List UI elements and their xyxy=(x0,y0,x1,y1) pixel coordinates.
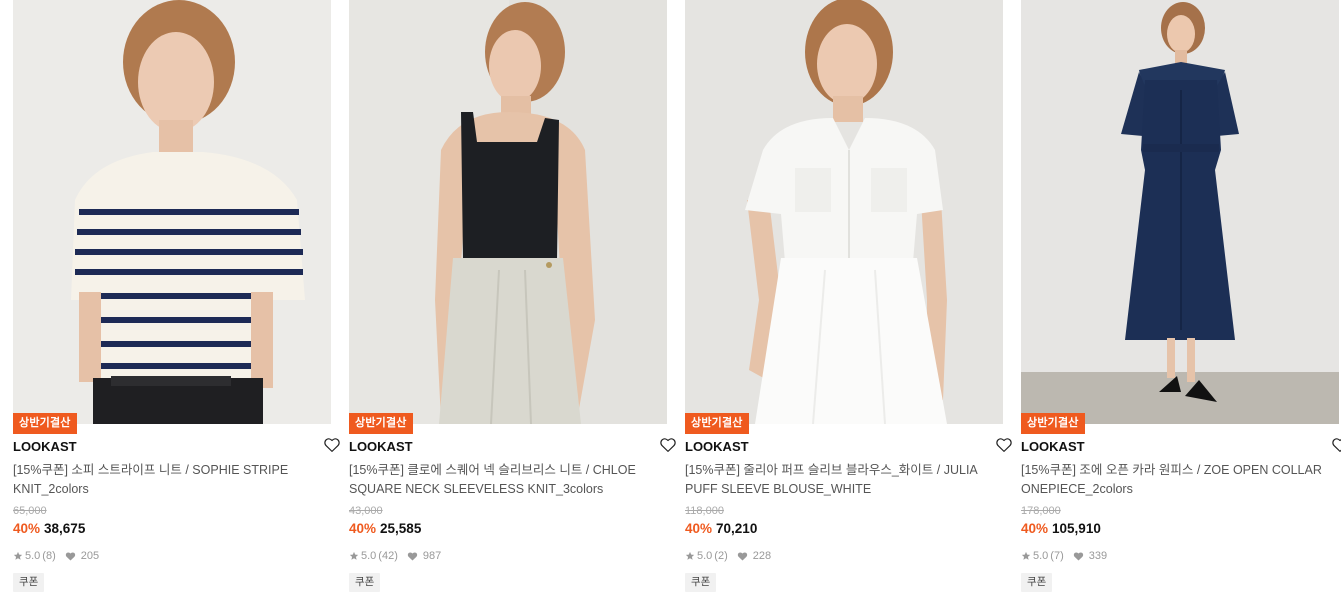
rating-score: 5.0 xyxy=(1033,550,1049,562)
review-count: (7) xyxy=(1050,550,1064,562)
price-line: 40% 70,210 xyxy=(685,521,757,537)
product-name-link[interactable]: [15%쿠폰] 소피 스트라이프 니트 / SOPHIE STRIPE KNIT… xyxy=(13,461,323,498)
brand-name[interactable]: LOOKAST xyxy=(349,439,413,455)
product-photo xyxy=(349,0,667,424)
sale-price: 38,675 xyxy=(44,521,86,536)
product-photo xyxy=(1021,0,1339,424)
product-name-link[interactable]: [15%쿠폰] 조에 오픈 카라 원피스 / ZOE OPEN COLLAR O… xyxy=(1021,461,1331,498)
coupon-tag: 쿠폰 xyxy=(1021,573,1053,592)
review-count: (42) xyxy=(378,550,398,562)
promo-badge: 상반기결산 xyxy=(13,413,77,434)
heart-outline-icon[interactable] xyxy=(995,436,1013,454)
product-photo xyxy=(13,0,331,424)
like-count: 339 xyxy=(1088,550,1108,562)
product-image-link[interactable] xyxy=(685,0,1003,424)
product-photo xyxy=(685,0,1003,424)
product-image-link[interactable] xyxy=(13,0,331,424)
heart-filled-icon xyxy=(737,551,748,561)
price-line: 40% 105,910 xyxy=(1021,521,1101,537)
discount-rate: 40% xyxy=(13,521,41,536)
original-price: 118,000 xyxy=(685,505,724,517)
product-meta: 5.0 (8) 205 xyxy=(13,549,99,563)
brand-name[interactable]: LOOKAST xyxy=(1021,439,1085,455)
discount-rate: 40% xyxy=(349,521,377,536)
product-name-link[interactable]: [15%쿠폰] 줄리아 퍼프 슬리브 블라우스_화이트 / JULIA PUFF… xyxy=(685,461,995,498)
sale-price: 105,910 xyxy=(1052,521,1101,536)
heart-filled-icon xyxy=(65,551,76,561)
promo-badge: 상반기결산 xyxy=(685,413,749,434)
brand-name[interactable]: LOOKAST xyxy=(13,439,77,455)
star-icon xyxy=(13,551,23,561)
sale-price: 25,585 xyxy=(380,521,422,536)
rating-score: 5.0 xyxy=(25,550,41,562)
like-count: 205 xyxy=(80,550,100,562)
sale-price: 70,210 xyxy=(716,521,758,536)
product-name-link[interactable]: [15%쿠폰] 클로에 스퀘어 넥 슬리브리스 니트 / CHLOE SQUAR… xyxy=(349,461,659,498)
heart-outline-icon[interactable] xyxy=(1331,436,1341,454)
star-icon xyxy=(349,551,359,561)
original-price: 178,000 xyxy=(1021,505,1061,517)
heart-outline-icon[interactable] xyxy=(323,436,341,454)
star-icon xyxy=(685,551,695,561)
product-card: 상반기결산 LOOKAST [15%쿠폰] 클로에 스퀘어 넥 슬리브리스 니트… xyxy=(349,0,676,602)
discount-rate: 40% xyxy=(685,521,713,536)
product-card: 상반기결산 LOOKAST [15%쿠폰] 줄리아 퍼프 슬리브 블라우스_화이… xyxy=(685,0,1012,602)
star-icon xyxy=(1021,551,1031,561)
like-count: 987 xyxy=(422,550,442,562)
promo-badge: 상반기결산 xyxy=(349,413,413,434)
original-price: 65,000 xyxy=(13,505,47,517)
like-count: 228 xyxy=(752,550,772,562)
review-count: (2) xyxy=(714,550,728,562)
coupon-tag: 쿠폰 xyxy=(349,573,381,592)
product-image-link[interactable] xyxy=(349,0,667,424)
coupon-tag: 쿠폰 xyxy=(685,573,717,592)
rating-score: 5.0 xyxy=(361,550,377,562)
heart-outline-icon[interactable] xyxy=(659,436,677,454)
price-line: 40% 25,585 xyxy=(349,521,421,537)
rating-score: 5.0 xyxy=(697,550,713,562)
discount-rate: 40% xyxy=(1021,521,1049,536)
coupon-tag: 쿠폰 xyxy=(13,573,45,592)
product-grid: 상반기결산 LOOKAST [15%쿠폰] 소피 스트라이프 니트 / SOPH… xyxy=(0,0,1341,602)
product-meta: 5.0 (2) 228 xyxy=(685,549,771,563)
product-meta: 5.0 (7) 339 xyxy=(1021,549,1107,563)
promo-badge: 상반기결산 xyxy=(1021,413,1085,434)
review-count: (8) xyxy=(42,550,56,562)
heart-filled-icon xyxy=(1073,551,1084,561)
brand-name[interactable]: LOOKAST xyxy=(685,439,749,455)
heart-filled-icon xyxy=(407,551,418,561)
price-line: 40% 38,675 xyxy=(13,521,85,537)
product-card: 상반기결산 LOOKAST [15%쿠폰] 소피 스트라이프 니트 / SOPH… xyxy=(13,0,340,602)
product-image-link[interactable] xyxy=(1021,0,1339,424)
product-card: 상반기결산 LOOKAST [15%쿠폰] 조에 오픈 카라 원피스 / ZOE… xyxy=(1021,0,1341,602)
original-price: 43,000 xyxy=(349,505,383,517)
product-meta: 5.0 (42) 987 xyxy=(349,549,441,563)
